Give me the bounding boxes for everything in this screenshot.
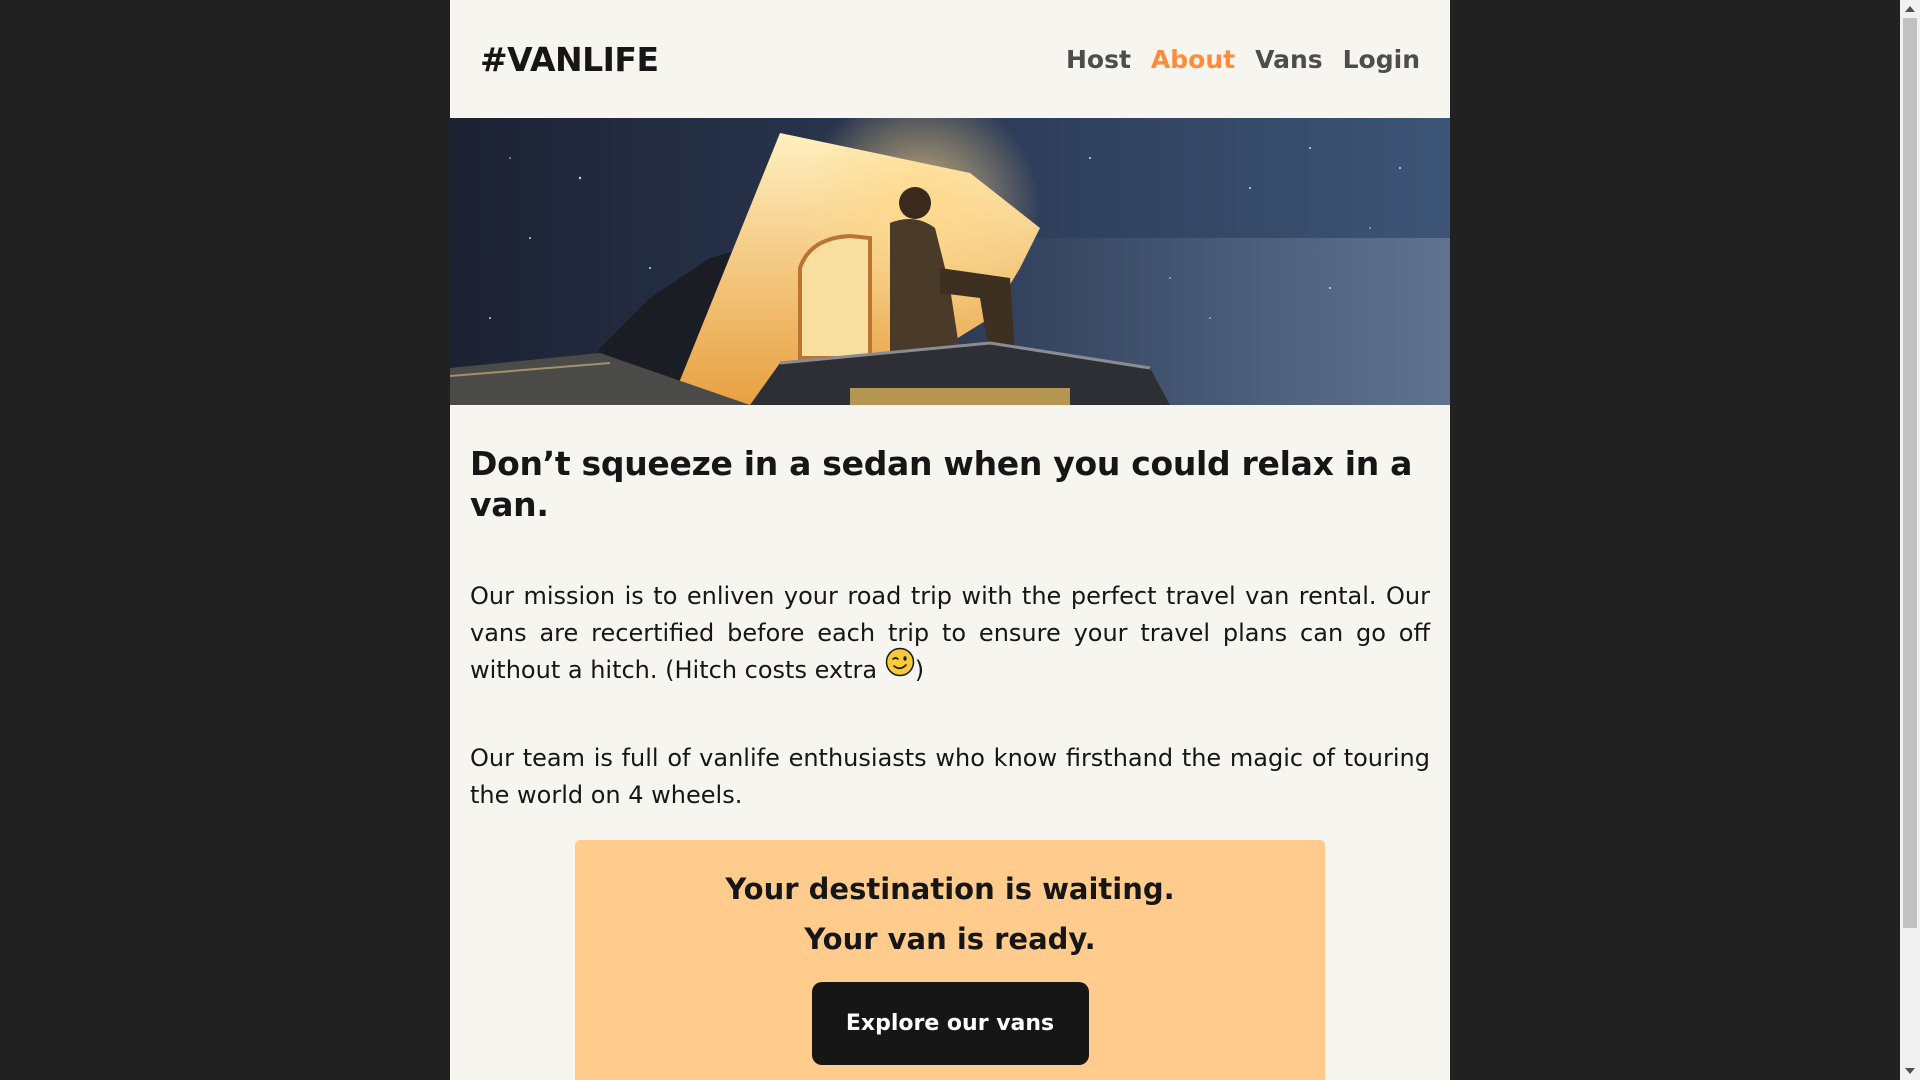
- cta-line-2: Your van is ready.: [804, 922, 1096, 956]
- about-content: Don’t squeeze in a sedan when you could …: [450, 405, 1450, 814]
- mission-text: Our mission is to enliven your road trip…: [470, 581, 1430, 684]
- page-scrollbar[interactable]: [1900, 0, 1920, 1080]
- nav-link-vans[interactable]: Vans: [1255, 45, 1323, 74]
- nav-link-host[interactable]: Host: [1066, 45, 1131, 74]
- nav-link-about[interactable]: About: [1151, 45, 1235, 74]
- page-container: #VANLIFE Host About Vans Login Don’t squ…: [450, 0, 1450, 1080]
- page-headline: Don’t squeeze in a sedan when you could …: [470, 444, 1413, 525]
- explore-vans-button[interactable]: Explore our vans: [811, 982, 1089, 1065]
- site-logo[interactable]: #VANLIFE: [480, 40, 659, 79]
- winking-face-emoji-icon: [885, 647, 915, 688]
- hero-image: [450, 118, 1450, 405]
- scroll-thumb[interactable]: [1903, 18, 1917, 928]
- van-night-photo: [450, 118, 1450, 405]
- main-nav: Host About Vans Login: [1066, 45, 1420, 74]
- mission-text-end: ): [914, 655, 925, 684]
- team-paragraph: Our team is full of vanlife enthusiasts …: [470, 743, 1430, 809]
- scroll-down-arrow-icon[interactable]: [1900, 1062, 1920, 1080]
- browser-viewport: #VANLIFE Host About Vans Login Don’t squ…: [0, 0, 1920, 1080]
- cta-line-1: Your destination is waiting.: [725, 872, 1175, 906]
- scroll-up-arrow-icon[interactable]: [1900, 0, 1920, 18]
- site-header: #VANLIFE Host About Vans Login: [450, 0, 1450, 118]
- cta-banner: Your destination is waiting. Your van is…: [575, 840, 1325, 1080]
- nav-link-login[interactable]: Login: [1343, 45, 1420, 74]
- mission-paragraph: Our mission is to enliven your road trip…: [470, 578, 1430, 689]
